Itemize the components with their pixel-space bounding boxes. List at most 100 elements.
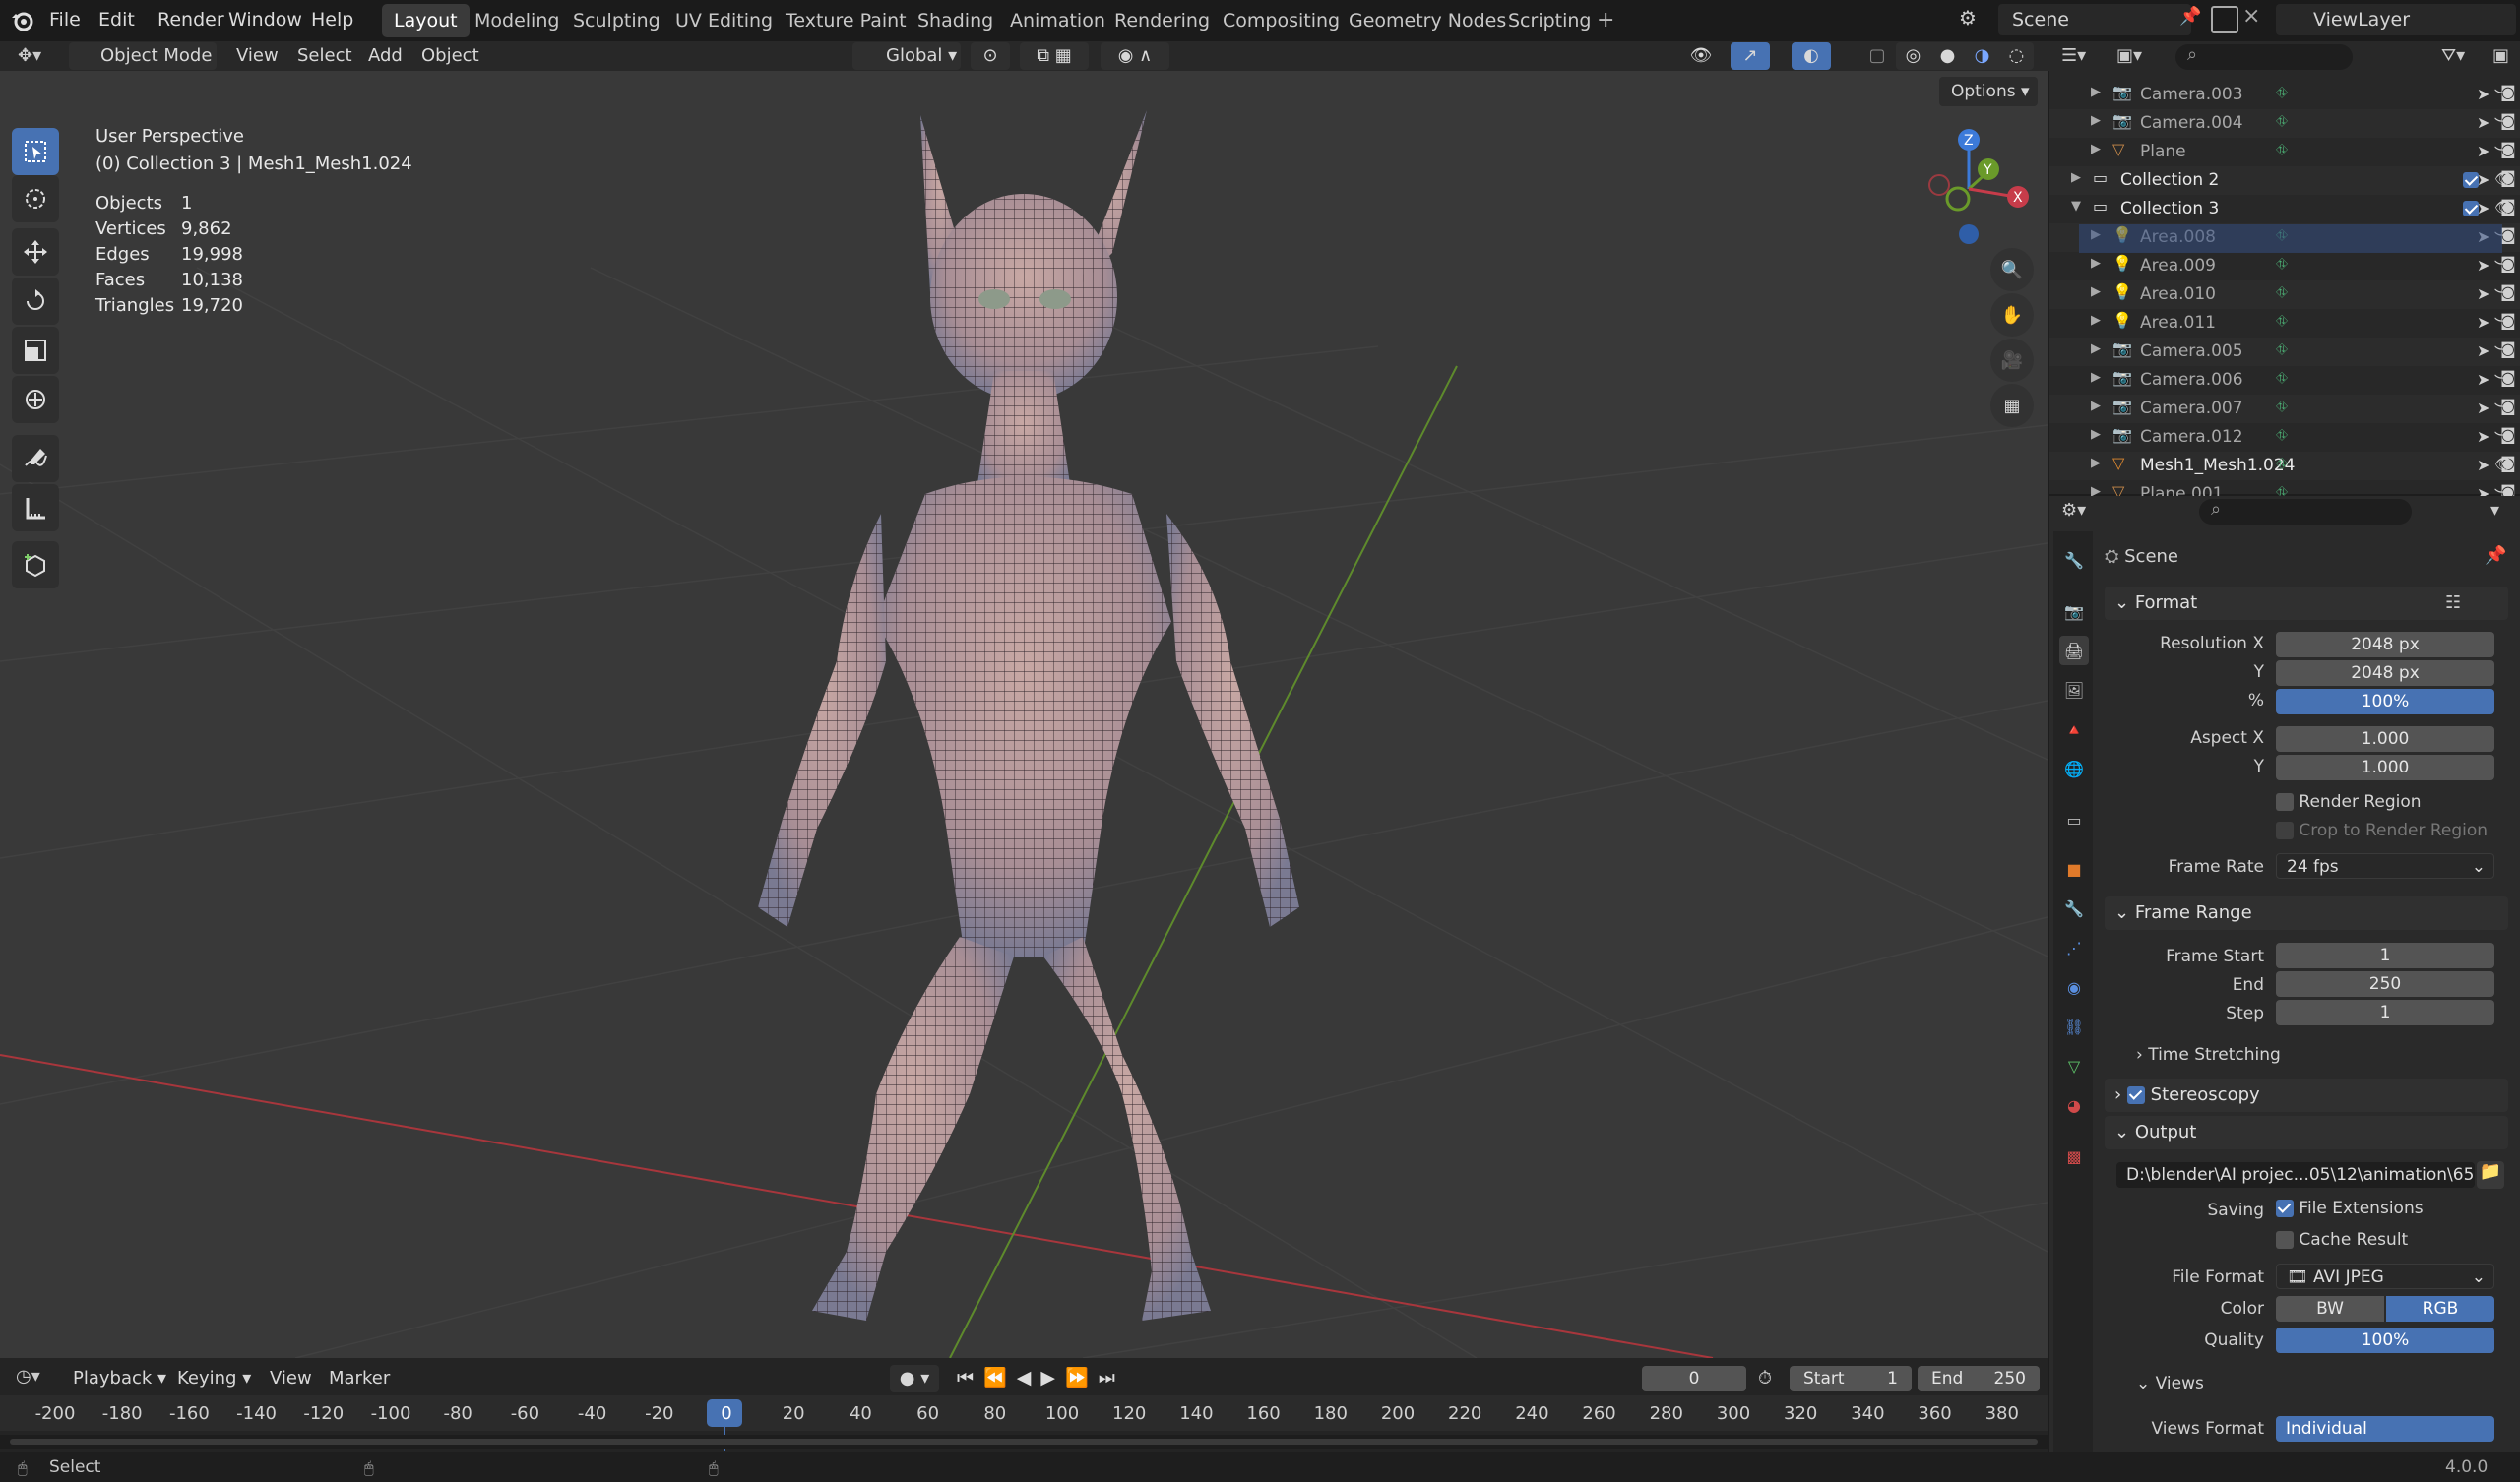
outliner-row[interactable]: ▶📷Camera.003⛗➤︶📷 [2049,81,2520,109]
expand-arrow-icon[interactable]: ▼ [2071,199,2081,214]
close-scene-icon[interactable]: × [2242,4,2260,29]
jump-end-icon[interactable]: ⏭ [1099,1367,1125,1389]
menu-window[interactable]: Window [228,0,302,39]
res-x-field[interactable]: 2048 px [2276,632,2494,657]
color-rgb-button[interactable]: RGB [2386,1296,2494,1322]
zoom-icon[interactable]: 🔍 [1990,248,2034,291]
file-extensions-check[interactable] [2276,1200,2294,1217]
render-camera-icon[interactable]: ◙ [2500,397,2516,415]
scene-tab-icon[interactable]: 🔺 [2059,714,2089,744]
render-camera-icon[interactable]: ◙ [2500,83,2516,101]
folder-browse-icon[interactable]: 📁 [2477,1161,2504,1189]
texture-tab-icon[interactable]: ▩ [2059,1142,2089,1171]
tab-layout[interactable]: Layout [382,4,470,37]
expand-arrow-icon[interactable]: ▶ [2091,456,2101,470]
render-camera-icon[interactable]: ◙ [2500,140,2516,158]
res-y-field[interactable]: 2048 px [2276,660,2494,686]
select-toggle-icon[interactable]: ➤ [2477,427,2489,446]
timeline-scrollbar[interactable] [0,1435,2048,1449]
frame-rate-dropdown[interactable]: 24 fps ⌄ [2276,853,2494,879]
view-layer-tab-icon[interactable]: 🖼 [2059,675,2089,705]
overlay-toggle-icon[interactable]: ◐ [1792,42,1831,70]
particles-tab-icon[interactable]: ⋰ [2059,933,2089,962]
outliner-row[interactable]: ▶💡Area.010⛗➤︶📷 [2049,280,2520,309]
world-tab-icon[interactable]: 🌐 [2059,754,2089,783]
render-region-check[interactable] [2276,793,2294,811]
filter-icon[interactable]: ⛛▾ [2441,45,2465,66]
format-presets-icon[interactable]: ☷ [2445,592,2461,613]
tab-animation[interactable]: Animation [998,4,1117,37]
expand-arrow-icon[interactable]: ▶ [2091,284,2101,299]
menu-file[interactable]: File [49,0,81,39]
output-panel-header[interactable]: ⌄ Output [2105,1116,2508,1149]
move-tool-icon[interactable] [12,228,59,276]
select-toggle-icon[interactable]: ➤ [2477,256,2489,275]
transform-tool-icon[interactable] [12,376,59,423]
frame-range-panel-header[interactable]: ⌄ Frame Range [2105,896,2508,930]
tab-shading[interactable]: Shading [906,4,1005,37]
menu-timeline-view[interactable]: View [270,1365,312,1392]
render-camera-icon[interactable]: ◙ [2500,254,2516,273]
output-path-field[interactable]: D:\blender\AI projec...05\12\animation\6… [2116,1162,2475,1188]
select-toggle-icon[interactable]: ➤ [2477,284,2489,303]
tab-texture-paint[interactable]: Texture Paint [774,4,918,37]
crop-checkbox[interactable]: Crop to Render Region [2276,821,2488,840]
xray-icon[interactable]: ▢ [1864,42,1890,70]
collection-tab-icon[interactable]: ▭ [2059,805,2089,834]
add-workspace-icon[interactable]: + [1597,8,1614,32]
select-toggle-icon[interactable]: ➤ [2477,85,2489,103]
cache-result-check[interactable] [2276,1231,2294,1249]
render-tab-icon[interactable]: 📷 [2059,596,2089,626]
render-camera-icon[interactable]: ◙ [2500,111,2516,130]
tab-sculpting[interactable]: Sculpting [561,4,672,37]
select-toggle-icon[interactable]: ➤ [2477,313,2489,332]
cache-result-checkbox[interactable]: Cache Result [2276,1230,2408,1250]
rendered-shading-icon[interactable]: ◌ [2009,42,2025,70]
aspect-x-field[interactable]: 1.000 [2276,726,2494,752]
select-toggle-icon[interactable]: ➤ [2477,170,2489,189]
clock-icon[interactable]: ⏱ [1758,1368,1772,1389]
mode-selector[interactable]: Object Mode ▾ [69,42,217,93]
modifier-tab-icon[interactable]: 🔧 [2059,894,2089,923]
view-layer-selector[interactable]: ViewLayer [2276,4,2516,35]
views-subpanel-header[interactable]: ⌄ Views [2136,1374,2204,1393]
outliner-row[interactable]: ▶▭Collection 2➤👁📷 [2049,166,2520,195]
pivot-icon[interactable]: ⊙ [971,42,1010,70]
pan-hand-icon[interactable]: ✋ [1990,293,2034,337]
select-toggle-icon[interactable]: ➤ [2477,456,2489,474]
camera-view-icon[interactable]: 🎥 [1990,339,2034,382]
cursor-tool-icon[interactable] [12,175,59,222]
expand-arrow-icon[interactable]: ▶ [2091,113,2101,128]
aspect-y-field[interactable]: 1.000 [2276,755,2494,780]
record-icon[interactable]: ● ▾ [890,1365,939,1392]
tab-geometry-nodes[interactable]: Geometry Nodes [1337,4,1518,37]
render-region-checkbox[interactable]: Render Region [2276,792,2422,812]
outliner-row[interactable]: ▶💡Area.009⛗➤︶📷 [2049,252,2520,280]
tab-modeling[interactable]: Modeling [463,4,571,37]
playback-controls[interactable]: ⏮⏪◀▶⏩⏭ [957,1366,1125,1389]
select-toggle-icon[interactable]: ➤ [2477,199,2489,217]
outliner-row[interactable]: ▼▭Collection 3➤👁📷 [2049,195,2520,223]
physics-tab-icon[interactable]: ◉ [2059,972,2089,1002]
current-frame-field[interactable]: 0 [1642,1366,1746,1391]
outliner-row[interactable]: ▶▽Plane⛗➤︶📷 [2049,138,2520,166]
expand-arrow-icon[interactable]: ▶ [2091,399,2101,413]
select-toggle-icon[interactable]: ➤ [2477,341,2489,360]
jump-start-icon[interactable]: ⏮ [957,1367,983,1389]
stereoscopy-checkbox[interactable] [2126,1086,2145,1104]
expand-arrow-icon[interactable]: ▶ [2091,341,2101,356]
stereoscopy-panel-header[interactable]: › Stereoscopy [2105,1079,2508,1112]
render-camera-icon[interactable]: ◙ [2500,425,2516,444]
color-bw-button[interactable]: BW [2276,1296,2384,1322]
outliner-row[interactable]: ▶📷Camera.007⛗➤︶📷 [2049,395,2520,423]
frame-end-field[interactable]: 250 [2276,971,2494,997]
quality-field[interactable]: 100% [2276,1328,2494,1353]
menu-view[interactable]: View [236,42,279,70]
menu-help[interactable]: Help [311,0,353,39]
menu-edit[interactable]: Edit [98,0,135,39]
play-icon[interactable]: ▶ [1040,1367,1065,1389]
select-toggle-icon[interactable]: ➤ [2477,113,2489,132]
end-frame-field[interactable]: End 250 [1918,1366,2040,1391]
select-toggle-icon[interactable]: ➤ [2477,142,2489,160]
render-camera-icon[interactable]: ◙ [2500,340,2516,358]
